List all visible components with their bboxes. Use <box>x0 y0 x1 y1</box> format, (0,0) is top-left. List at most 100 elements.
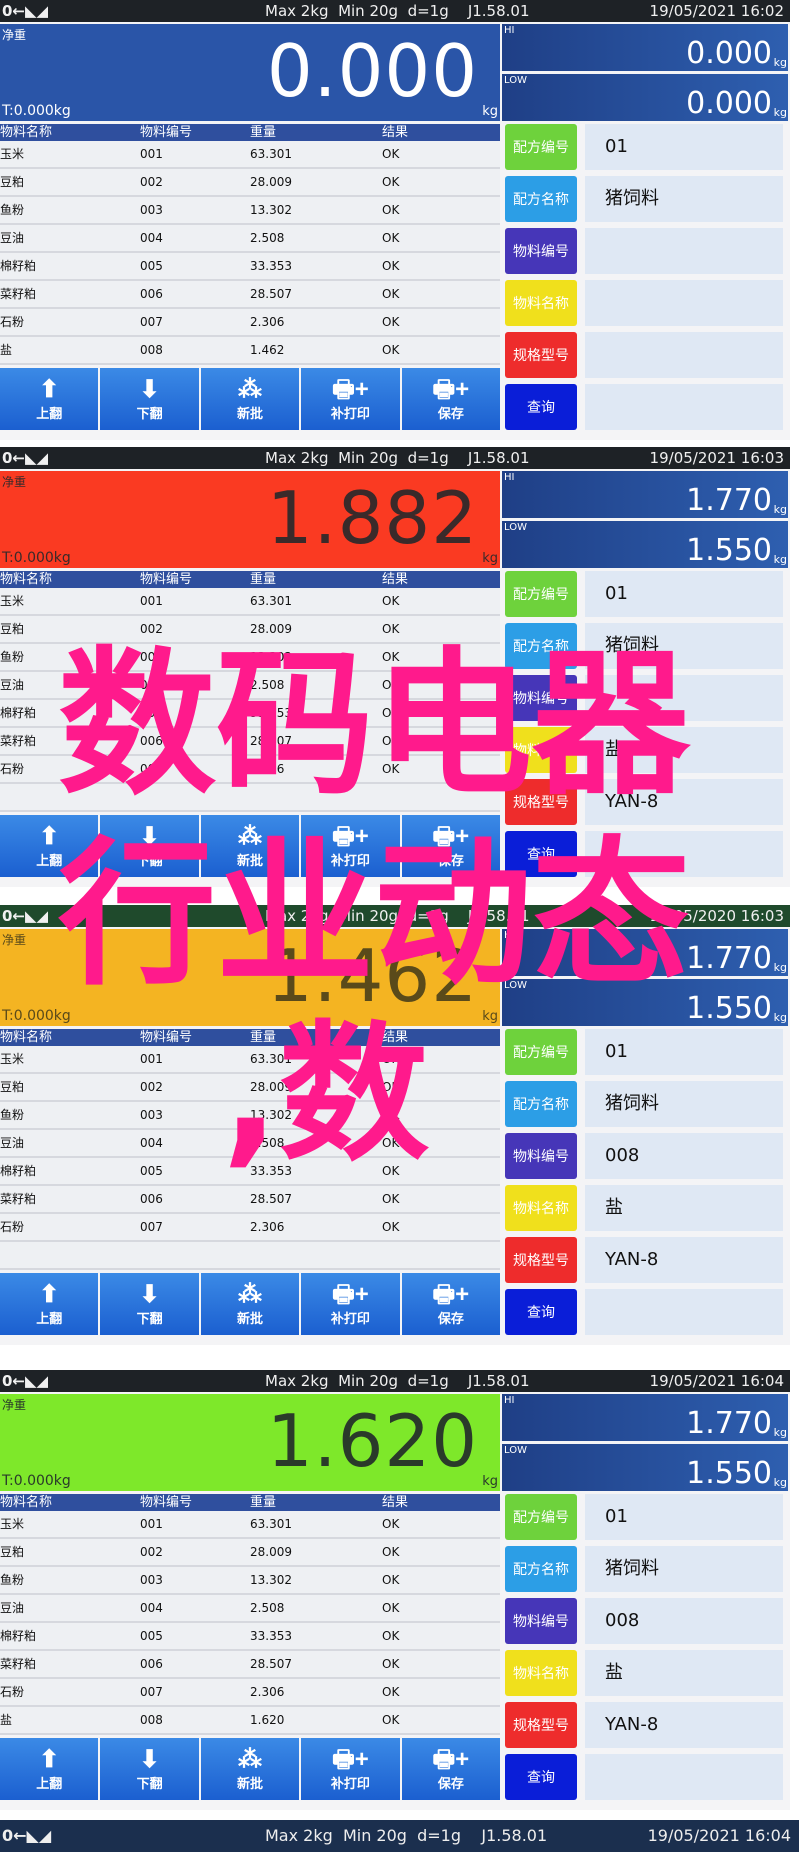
table-row[interactable]: 石粉 007 2.306 OK <box>0 1679 500 1707</box>
toolbar-button-1[interactable]: ⬇ 下翻 <box>100 368 199 430</box>
hi-limit[interactable]: HI 0.000 kg <box>502 24 788 71</box>
cell-material-name: 豆粕 <box>0 1080 25 1094</box>
side-button-2[interactable]: 物料编号 <box>505 1598 577 1644</box>
side-button-0[interactable]: 配方编号 <box>505 571 577 617</box>
cell-material-name: 豆油 <box>0 1136 25 1150</box>
side-value-field[interactable] <box>585 1754 783 1800</box>
side-button-4[interactable]: 规格型号 <box>505 1702 577 1748</box>
cell-weight: 63.301 <box>250 147 292 161</box>
table-row[interactable]: 玉米 001 63.301 OK <box>0 141 500 169</box>
toolbar-button-4[interactable]: 🖶+ 保存 <box>401 1273 501 1335</box>
hi-limit[interactable]: HI 1.770 kg <box>502 471 788 518</box>
side-button-3[interactable]: 物料名称 <box>505 1650 577 1696</box>
low-label: LOW <box>504 522 527 533</box>
table-row[interactable]: 鱼粉 003 13.302 OK <box>0 197 500 225</box>
toolbar-button-0[interactable]: ⬆ 上翻 <box>0 1738 99 1800</box>
side-button-0[interactable]: 配方编号 <box>505 1494 577 1540</box>
cell-weight: 33.353 <box>250 1629 292 1643</box>
side-value-field[interactable]: 008 <box>585 1133 783 1179</box>
low-limit[interactable]: LOW 1.550 kg <box>502 1444 788 1491</box>
table-row[interactable]: 鱼粉 003 13.302 OK <box>0 1567 500 1595</box>
cell-result: OK <box>382 175 400 189</box>
side-button-1[interactable]: 配方名称 <box>505 1546 577 1592</box>
toolbar-button-1[interactable]: ⬇ 下翻 <box>100 1738 199 1800</box>
side-value-field[interactable]: 01 <box>585 124 783 170</box>
side-value-field[interactable]: 猪饲料 <box>585 1546 783 1592</box>
low-limit[interactable]: LOW 1.550 kg <box>502 521 788 568</box>
side-button-5[interactable]: 查询 <box>505 1289 577 1335</box>
table-row[interactable]: 玉米 001 63.301 OK <box>0 588 500 616</box>
hi-unit: kg <box>773 961 787 974</box>
toolbar-button-0[interactable]: ⬆ 上翻 <box>0 1273 99 1335</box>
cell-material-name: 石粉 <box>0 315 25 329</box>
table-row[interactable]: 菜籽粕 006 28.507 OK <box>0 281 500 309</box>
side-button-0[interactable]: 配方编号 <box>505 124 577 170</box>
side-button-2[interactable]: 物料编号 <box>505 1133 577 1179</box>
toolbar-button-1[interactable]: ⬇ 下翻 <box>100 1273 199 1335</box>
side-button-3[interactable]: 物料名称 <box>505 1185 577 1231</box>
col-material-code: 物料编号 <box>140 1495 193 1510</box>
side-value-field[interactable]: 01 <box>585 1494 783 1540</box>
toolbar-button-4[interactable]: 🖶+ 保存 <box>401 368 501 430</box>
toolbar-button-0[interactable]: ⬆ 上翻 <box>0 368 99 430</box>
cell-result: OK <box>382 1657 400 1671</box>
table-row[interactable]: 棉籽粕 005 33.353 OK <box>0 1623 500 1651</box>
side-button-4[interactable]: 规格型号 <box>505 332 577 378</box>
side-value-field[interactable]: 盐 <box>585 1650 783 1696</box>
side-value-field[interactable] <box>585 332 783 378</box>
side-value-field[interactable]: 008 <box>585 1598 783 1644</box>
side-value-field[interactable]: 盐 <box>585 1185 783 1231</box>
cell-weight: 13.302 <box>250 1573 292 1587</box>
table-row[interactable]: 棉籽粕 005 33.353 OK <box>0 253 500 281</box>
cell-weight: 28.009 <box>250 175 292 189</box>
side-value-field[interactable]: YAN-8 <box>585 1702 783 1748</box>
side-button-3[interactable]: 物料名称 <box>505 280 577 326</box>
low-limit[interactable]: LOW 0.000 kg <box>502 74 788 121</box>
toolbar-button-2[interactable]: ⁂ 新批 <box>200 368 300 430</box>
table-row[interactable]: 石粉 007 2.306 OK <box>0 309 500 337</box>
side-button-5[interactable]: 查询 <box>505 1754 577 1800</box>
side-value-field[interactable]: YAN-8 <box>585 1237 783 1283</box>
side-button-0[interactable]: 配方编号 <box>505 1029 577 1075</box>
side-value-field[interactable]: 猪饲料 <box>585 176 783 222</box>
cell-result: OK <box>382 147 400 161</box>
toolbar-button-4[interactable]: 🖶+ 保存 <box>401 1738 501 1800</box>
side-value-field[interactable]: 01 <box>585 571 783 617</box>
side-value-field[interactable] <box>585 280 783 326</box>
tare-value: T:0.000kg <box>2 1008 71 1024</box>
side-value-field[interactable]: 猪饲料 <box>585 1081 783 1127</box>
toolbar-button-3[interactable]: 🖶+ 补打印 <box>301 1273 400 1335</box>
side-value-field[interactable] <box>585 1289 783 1335</box>
table-row[interactable]: 豆油 004 2.508 OK <box>0 1595 500 1623</box>
toolbar-button-2[interactable]: ⁂ 新批 <box>200 1738 300 1800</box>
toolbar-button-3[interactable]: 🖶+ 补打印 <box>301 1738 400 1800</box>
cell-material-name: 玉米 <box>0 147 25 161</box>
table-row[interactable]: 菜籽粕 006 28.507 OK <box>0 1651 500 1679</box>
hi-limit[interactable]: HI 1.770 kg <box>502 1394 788 1441</box>
side-button-4[interactable]: 规格型号 <box>505 1237 577 1283</box>
side-value-field[interactable] <box>585 384 783 430</box>
table-row[interactable]: 盐 008 1.620 OK <box>0 1707 500 1735</box>
table-row[interactable]: 盐 008 1.462 OK <box>0 337 500 365</box>
pyramid-icon: ⁂ <box>238 1280 263 1308</box>
table-row[interactable]: 玉米 001 63.301 OK <box>0 1511 500 1539</box>
side-button-1[interactable]: 配方名称 <box>505 176 577 222</box>
cell-material-code: 001 <box>140 1052 163 1066</box>
cell-material-name: 豆油 <box>0 1601 25 1615</box>
side-button-2[interactable]: 物料编号 <box>505 228 577 274</box>
col-result: 结果 <box>382 1495 409 1510</box>
table-row[interactable]: 豆油 004 2.508 OK <box>0 225 500 253</box>
side-value-field[interactable]: 01 <box>585 1029 783 1075</box>
toolbar-button-3[interactable]: 🖶+ 补打印 <box>301 368 400 430</box>
table-row[interactable]: 豆粕 002 28.009 OK <box>0 169 500 197</box>
table-row[interactable]: 豆粕 002 28.009 OK <box>0 1539 500 1567</box>
side-button-5[interactable]: 查询 <box>505 384 577 430</box>
side-value-field[interactable] <box>585 228 783 274</box>
printer-plus-icon: 🖶+ <box>432 1280 470 1308</box>
table-row[interactable]: 石粉 007 2.306 OK <box>0 1214 500 1242</box>
hi-value: 0.000 <box>686 36 772 71</box>
side-button-1[interactable]: 配方名称 <box>505 1081 577 1127</box>
table-row[interactable]: 菜籽粕 006 28.507 OK <box>0 1186 500 1214</box>
col-material-name: 物料名称 <box>0 572 53 587</box>
toolbar-button-2[interactable]: ⁂ 新批 <box>200 1273 300 1335</box>
